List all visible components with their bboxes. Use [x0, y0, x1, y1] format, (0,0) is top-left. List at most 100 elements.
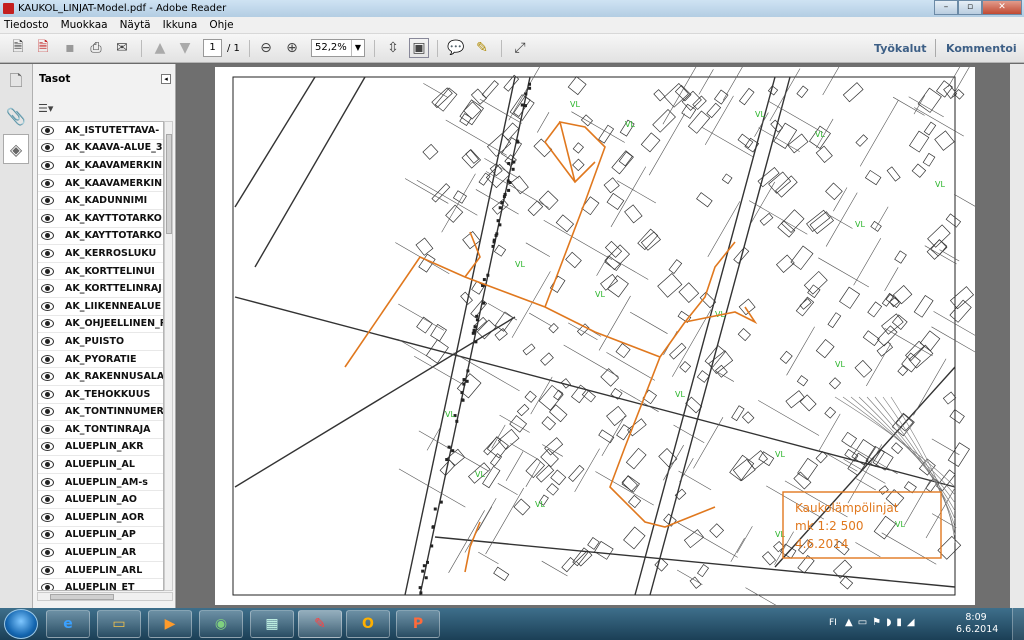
- page-thumbnails-icon[interactable]: 🗋: [3, 68, 29, 98]
- eye-visibility-icon[interactable]: [41, 407, 54, 417]
- vertical-scrollbar[interactable]: [164, 121, 173, 591]
- eye-visibility-icon[interactable]: [41, 266, 54, 276]
- eye-visibility-icon[interactable]: [41, 548, 54, 558]
- eye-visibility-icon[interactable]: [41, 424, 54, 434]
- outlook-icon[interactable]: O: [346, 610, 390, 638]
- eye-visibility-icon[interactable]: [41, 284, 54, 294]
- document-viewer[interactable]: VL VL VL VL VL VL VL VL VL VL VL VL VL VL VL VL VL Kaukol…: [177, 37, 1024, 623]
- layer-row[interactable]: AK_KAAVAMERKIN: [38, 175, 163, 193]
- layer-row[interactable]: ALUEPLIN_AO: [38, 491, 163, 510]
- layer-row[interactable]: ALUEPLIN_ARL: [38, 562, 163, 580]
- layer-row[interactable]: AK_KERROSLUKU: [38, 245, 163, 263]
- adobe-reader-task-icon[interactable]: ✎: [298, 610, 342, 638]
- save-icon[interactable]: ▪: [60, 38, 80, 58]
- zoom-out-icon[interactable]: ⊖: [256, 38, 276, 58]
- layer-row[interactable]: ALUEPLIN_AM-s: [38, 474, 163, 492]
- eye-visibility-icon[interactable]: [41, 301, 54, 311]
- layer-row[interactable]: AK_PYORATIE: [38, 351, 163, 369]
- menu-help[interactable]: Ohje: [209, 19, 233, 31]
- layer-row[interactable]: AK_PUISTO: [38, 333, 163, 351]
- powerpoint-icon[interactable]: P: [396, 610, 440, 638]
- layer-row[interactable]: AK_TONTINNUMER: [38, 404, 163, 422]
- maximize-button[interactable]: ▫: [958, 0, 982, 15]
- menu-file[interactable]: Tiedosto: [4, 19, 49, 31]
- eye-visibility-icon[interactable]: [41, 495, 54, 505]
- layer-row[interactable]: AK_KORTTELINRAJ: [38, 280, 163, 298]
- menu-window[interactable]: Ikkuna: [163, 19, 198, 31]
- eye-visibility-icon[interactable]: [41, 336, 54, 346]
- tools-link[interactable]: Työkalut: [874, 42, 927, 55]
- fit-width-icon[interactable]: ⇳: [383, 38, 403, 58]
- layer-row[interactable]: ALUEPLIN_AL: [38, 456, 163, 474]
- eye-visibility-icon[interactable]: [41, 477, 54, 487]
- email-icon[interactable]: ✉: [112, 38, 132, 58]
- comment-bubble-icon[interactable]: 💬: [446, 38, 466, 58]
- eye-visibility-icon[interactable]: [41, 372, 54, 382]
- layer-row[interactable]: AK_OHJEELLINEN_R: [38, 316, 163, 334]
- create-pdf-icon[interactable]: 🗎: [8, 38, 28, 58]
- start-button[interactable]: [4, 609, 38, 639]
- close-button[interactable]: ✕: [982, 0, 1022, 15]
- eye-visibility-icon[interactable]: [41, 160, 54, 170]
- layer-row[interactable]: AK_KADUNNIMI: [38, 192, 163, 210]
- eye-visibility-icon[interactable]: [41, 248, 54, 258]
- collapse-panel-icon[interactable]: ◂: [161, 74, 171, 84]
- eye-visibility-icon[interactable]: [41, 460, 54, 470]
- media-player-icon[interactable]: ▶: [148, 610, 192, 638]
- horizontal-scrollbar[interactable]: [37, 592, 173, 601]
- eye-visibility-icon[interactable]: [41, 389, 54, 399]
- layer-row[interactable]: AK_TONTINRAJA: [38, 421, 163, 439]
- network-app-icon[interactable]: ◉: [199, 610, 243, 638]
- layer-row[interactable]: AK_KAAVA-ALUE_3: [38, 140, 163, 158]
- layer-row[interactable]: AK_ISTUTETTAVA-: [38, 122, 163, 140]
- minimize-button[interactable]: –: [934, 0, 958, 15]
- layer-row[interactable]: AK_KORTTELINUI: [38, 263, 163, 281]
- eye-visibility-icon[interactable]: [41, 213, 54, 223]
- layer-row[interactable]: AK_LIIKENNEALUE: [38, 298, 163, 316]
- layer-row[interactable]: AK_RAKENNUSALA: [38, 368, 163, 386]
- export-pdf-icon[interactable]: 🗎: [33, 38, 53, 58]
- layer-row[interactable]: ALUEPLIN_AR: [38, 544, 163, 562]
- eye-visibility-icon[interactable]: [41, 530, 54, 540]
- eye-visibility-icon[interactable]: [41, 143, 54, 153]
- layer-row[interactable]: AK_KAYTTOTARKO: [38, 228, 163, 246]
- eye-visibility-icon[interactable]: [41, 319, 54, 329]
- fit-page-icon[interactable]: ▣: [409, 38, 429, 58]
- next-page-icon[interactable]: ▼: [175, 38, 195, 58]
- comment-link[interactable]: Kommentoi: [946, 42, 1017, 55]
- attachments-icon[interactable]: 📎: [3, 101, 29, 131]
- eye-visibility-icon[interactable]: [41, 125, 54, 135]
- previous-page-icon[interactable]: ▲: [150, 38, 170, 58]
- layer-row[interactable]: ALUEPLIN_AOR: [38, 509, 163, 527]
- layer-row[interactable]: AK_TEHOKKUUS: [38, 386, 163, 404]
- clock[interactable]: 8:09 6.6.2014: [956, 612, 998, 636]
- layer-row[interactable]: ALUEPLIN_AP: [38, 527, 163, 545]
- eye-visibility-icon[interactable]: [41, 354, 54, 364]
- viewer-scrollbar[interactable]: [1010, 64, 1024, 608]
- zoom-in-icon[interactable]: ⊕: [282, 38, 302, 58]
- layer-options-icon[interactable]: ☰▾: [38, 102, 60, 116]
- eye-visibility-icon[interactable]: [41, 231, 54, 241]
- language-indicator[interactable]: FI: [829, 618, 837, 628]
- zoom-select[interactable]: 52,2% ▼: [311, 39, 365, 57]
- explorer-folder-icon[interactable]: ▭: [97, 610, 141, 638]
- page-number-input[interactable]: 1: [203, 39, 222, 57]
- menu-edit[interactable]: Muokkaa: [61, 19, 108, 31]
- eye-visibility-icon[interactable]: [41, 565, 54, 575]
- calculator-icon[interactable]: ▦: [250, 610, 294, 638]
- eye-visibility-icon[interactable]: [41, 512, 54, 522]
- layer-row[interactable]: ALUEPLIN_ET: [38, 579, 163, 590]
- print-icon[interactable]: ⎙: [86, 38, 106, 58]
- system-tray[interactable]: ▲▭⚑◗▮◢: [845, 617, 920, 628]
- eye-visibility-icon[interactable]: [41, 178, 54, 188]
- highlight-icon[interactable]: ✎: [472, 38, 492, 58]
- eye-visibility-icon[interactable]: [41, 442, 54, 452]
- eye-visibility-icon[interactable]: [41, 583, 54, 590]
- layer-row[interactable]: ALUEPLIN_AKR: [38, 439, 163, 457]
- layer-row[interactable]: AK_KAAVAMERKIN: [38, 157, 163, 175]
- layers-icon[interactable]: ◈: [3, 134, 29, 164]
- layer-row[interactable]: AK_KAYTTOTARKO: [38, 210, 163, 228]
- show-desktop-button[interactable]: [1012, 608, 1024, 640]
- menu-view[interactable]: Näytä: [120, 19, 151, 31]
- internet-explorer-icon[interactable]: e: [46, 610, 90, 638]
